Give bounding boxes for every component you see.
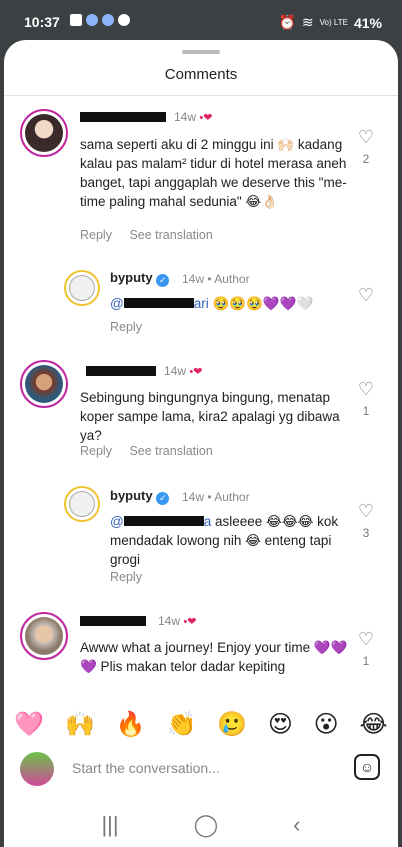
redacted-username <box>86 366 156 376</box>
like-count: 2 <box>362 152 370 166</box>
comment-input[interactable]: Start the conversation... <box>72 760 220 776</box>
comment-meta: 14w •❤ <box>158 614 197 628</box>
comment-composer: Start the conversation... ☺ <box>4 746 398 802</box>
comment-actions: Reply <box>110 320 156 334</box>
reply-body: @ ari 🥹🥹🥹💜💜🤍 <box>110 296 314 311</box>
reply-button[interactable]: Reply <box>110 320 142 334</box>
heart-outline-icon[interactable]: ♡ <box>356 502 376 520</box>
avatar[interactable] <box>20 612 68 660</box>
comment-meta: 14w • Author <box>182 272 250 286</box>
comment-actions: Reply <box>110 570 156 584</box>
clock: 10:37 <box>24 14 60 30</box>
current-user-avatar <box>20 752 54 786</box>
emoji-button[interactable]: 🙌 <box>65 710 95 739</box>
like-control[interactable]: ♡ 1 <box>356 380 376 418</box>
emoji-button[interactable]: 😂 <box>359 710 387 739</box>
mention[interactable]: @ <box>110 296 124 311</box>
emoji-button[interactable]: 🩷 <box>14 710 44 739</box>
comment-actions: Reply See translation <box>80 228 227 242</box>
mention[interactable]: @ <box>110 514 124 529</box>
reply-button[interactable]: Reply <box>80 228 112 242</box>
alarm-icon: ⏰ <box>278 14 296 30</box>
back-button[interactable]: ‹ <box>293 812 300 838</box>
status-bar: 10:37 ⏰ ≋ Vo) LTE 41% <box>0 0 402 40</box>
author-liked-heart-icon: •❤ <box>183 616 197 628</box>
wifi-icon: ≋ <box>301 14 314 30</box>
comment-body: Sebingung bingungnya bingung, menatap ko… <box>80 390 340 443</box>
heart-outline-icon[interactable]: ♡ <box>356 128 376 146</box>
emoji-button[interactable]: 🥲 <box>217 710 247 739</box>
author-liked-heart-icon: •❤ <box>189 366 203 378</box>
comment-body: Awww what a journey! Enjoy your time 💜💜💜… <box>80 640 348 674</box>
like-control[interactable]: ♡ 2 <box>356 128 376 166</box>
like-control[interactable]: ♡ 1 <box>356 630 376 668</box>
username[interactable]: byputy ✓ <box>110 488 170 505</box>
verified-badge-icon: ✓ <box>156 492 170 505</box>
facebook-icon <box>102 14 114 26</box>
avatar[interactable] <box>64 486 100 522</box>
redacted-username <box>80 112 166 122</box>
comment-meta: 14w •❤ <box>164 364 203 378</box>
heart-outline-icon[interactable]: ♡ <box>356 286 376 304</box>
threads-icon <box>118 14 130 26</box>
status-icons: ⏰ ≋ Vo) LTE 41% <box>278 14 382 31</box>
verified-badge-icon: ✓ <box>156 274 170 287</box>
comment-actions: Reply See translation <box>80 444 227 458</box>
author-liked-heart-icon: •❤ <box>199 112 213 124</box>
like-count: 1 <box>362 404 370 418</box>
avatar[interactable] <box>20 109 68 157</box>
heart-outline-icon[interactable]: ♡ <box>356 630 376 648</box>
checkbox-icon <box>70 14 82 26</box>
see-translation-button[interactable]: See translation <box>129 228 212 242</box>
reply-body: @ a asleeee 😂😂😂 kok mendadak lowong nih 😂… <box>110 514 339 567</box>
comment-meta: 14w •❤ <box>174 110 213 124</box>
emoji-button[interactable]: 👏 <box>166 710 196 739</box>
app-icon <box>86 14 98 26</box>
sticker-icon[interactable]: ☺ <box>354 754 380 780</box>
comments-sheet: Comments 14w •❤ sama seperti aku di 2 mi… <box>4 40 398 847</box>
like-count: 1 <box>362 654 370 668</box>
redacted-username <box>80 616 146 626</box>
drag-handle[interactable] <box>182 50 220 54</box>
home-button[interactable]: ◯ <box>194 812 219 838</box>
reply-button[interactable]: Reply <box>110 570 142 584</box>
redacted-mention <box>123 516 204 526</box>
sheet-title: Comments <box>164 66 238 83</box>
system-nav-bar: ||| ◯ ‹ <box>4 802 398 847</box>
notification-icons <box>70 14 130 26</box>
see-translation-button[interactable]: See translation <box>129 444 212 458</box>
emoji-button[interactable]: 🔥 <box>116 710 146 739</box>
username[interactable]: byputy ✓ <box>110 270 170 287</box>
recents-button[interactable]: ||| <box>101 812 118 838</box>
redacted-mention <box>123 298 194 308</box>
divider <box>4 95 398 96</box>
signal-text: Vo) LTE <box>319 18 348 27</box>
avatar[interactable] <box>64 270 100 306</box>
battery-level: 41% <box>353 14 382 31</box>
avatar[interactable] <box>20 360 68 408</box>
like-control[interactable]: ♡ 3 <box>356 502 376 540</box>
reply-button[interactable]: Reply <box>80 444 112 458</box>
like-count: 3 <box>362 526 370 540</box>
like-control[interactable]: ♡ <box>356 286 376 310</box>
heart-outline-icon[interactable]: ♡ <box>356 380 376 398</box>
quick-emoji-bar: 🩷 🙌 🔥 👏 🥲 😍 😮 😂 <box>4 702 398 746</box>
emoji-button[interactable]: 😍 <box>268 710 293 739</box>
comment-body: sama seperti aku di 2 minggu ini 🙌🏻 kada… <box>80 137 347 209</box>
emoji-button[interactable]: 😮 <box>314 710 339 739</box>
comment-meta: 14w • Author <box>182 490 250 504</box>
